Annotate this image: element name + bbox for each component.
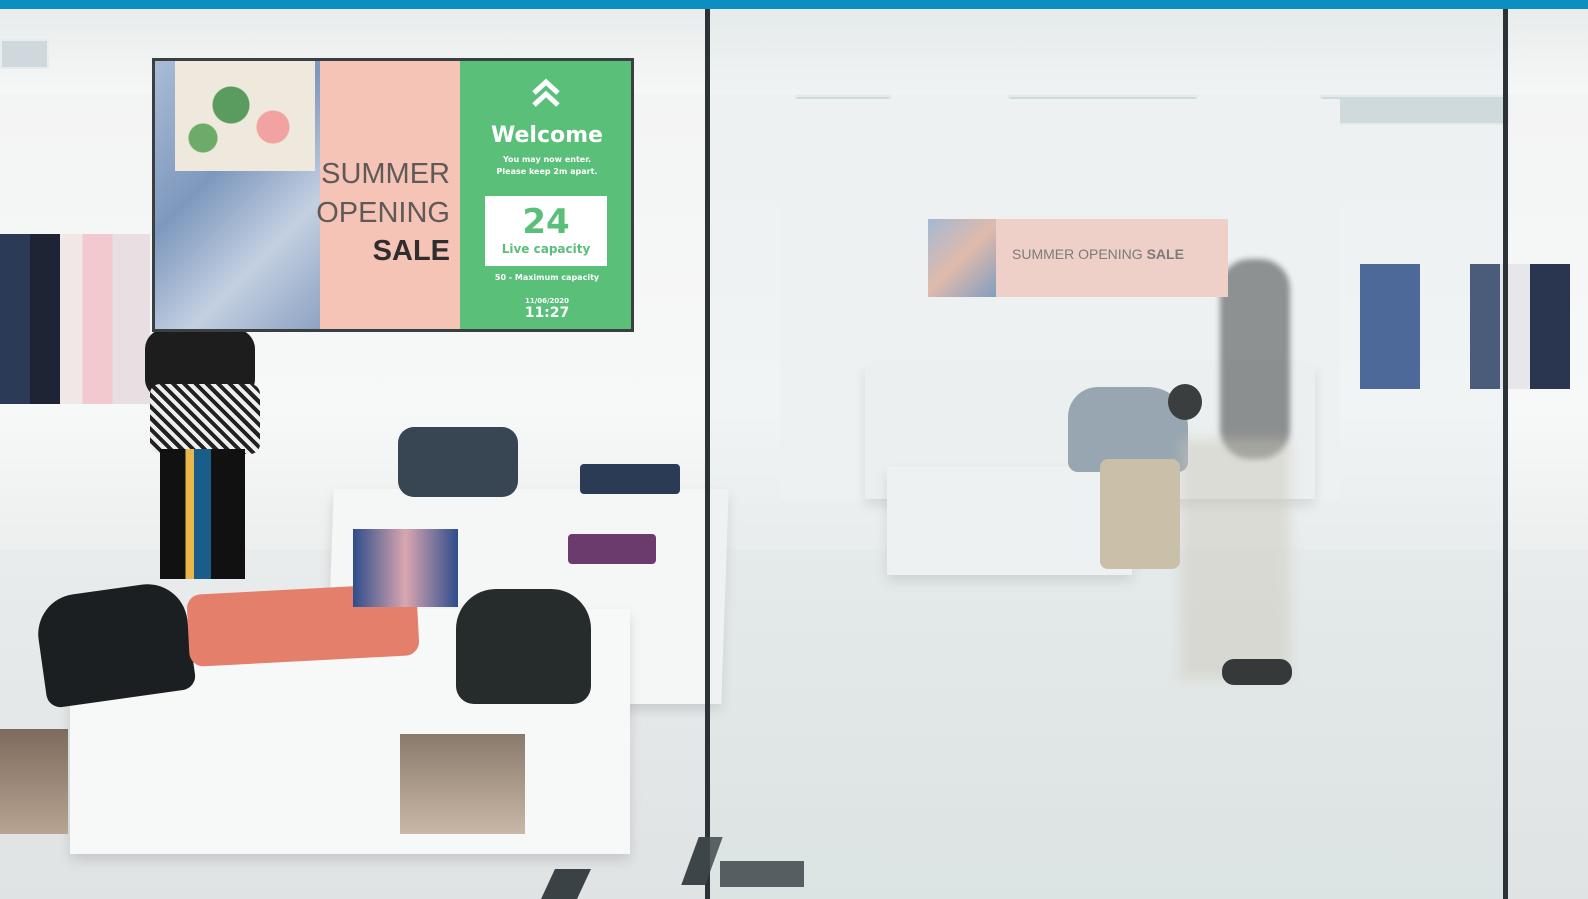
sale-panel: SUMMER OPENING SALE bbox=[155, 61, 460, 329]
maximum-capacity-text: 50 - Maximum capacity bbox=[494, 273, 600, 282]
mannequin-skirt bbox=[150, 384, 260, 454]
capacity-panel: Welcome You may now enter. Please keep 2… bbox=[460, 61, 631, 329]
table-mirror-panel bbox=[400, 734, 525, 834]
folded-jeans bbox=[580, 464, 680, 494]
glass-door-frame-right bbox=[1503, 9, 1508, 899]
welcome-heading: Welcome bbox=[491, 123, 603, 148]
store-scene: SUMMER OPENING SALE SUMMER OPENING SALE bbox=[0, 9, 1588, 899]
double-chevron-up-icon bbox=[532, 78, 560, 107]
table-mirror-panel-left bbox=[0, 729, 68, 834]
folded-purple-shirts bbox=[568, 534, 656, 564]
ceiling-vent bbox=[0, 39, 49, 69]
sale-headline-line1: SUMMER bbox=[321, 158, 450, 190]
digital-signage-display: SUMMER OPENING SALE Welcome You may now … bbox=[152, 58, 634, 332]
sign-date: 11/06/2020 bbox=[524, 297, 570, 305]
live-capacity-count: 24 bbox=[522, 202, 570, 242]
sale-headline-line2: OPENING bbox=[316, 197, 450, 229]
sign-time: 11:27 bbox=[524, 305, 570, 321]
black-handbag bbox=[33, 579, 197, 709]
glass-pane bbox=[710, 9, 1503, 899]
top-accent-bar bbox=[0, 0, 1588, 9]
magazine-display bbox=[353, 529, 458, 607]
instruction-line1: You may now enter. bbox=[502, 155, 592, 164]
instruction-line2: Please keep 2m apart. bbox=[496, 167, 598, 176]
sale-headline-line3: SALE bbox=[372, 235, 450, 267]
live-capacity-box: 24 Live capacity bbox=[485, 196, 607, 266]
mannequin-legs bbox=[160, 449, 245, 579]
floral-shirt-photo bbox=[175, 61, 315, 171]
dark-handbag bbox=[456, 589, 591, 704]
grey-bag bbox=[398, 427, 518, 497]
clothing-rack-left bbox=[0, 234, 150, 404]
live-capacity-label: Live capacity bbox=[501, 242, 591, 256]
